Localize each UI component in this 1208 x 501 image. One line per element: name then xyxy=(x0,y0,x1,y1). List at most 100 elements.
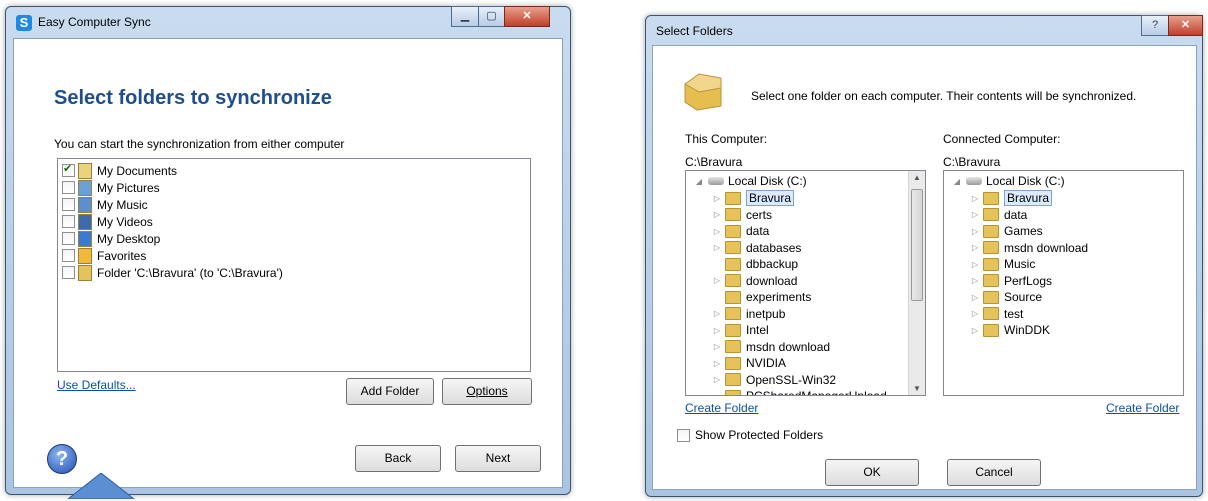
tree-folder-item[interactable]: ▷ Music xyxy=(970,256,1035,272)
dialog-title-bar[interactable]: Select Folders ? ✕ xyxy=(646,15,1203,48)
expand-arrow-icon[interactable]: ▷ xyxy=(712,375,722,384)
cancel-button[interactable]: Cancel xyxy=(947,459,1041,486)
folder-checkbox[interactable] xyxy=(62,198,75,211)
expand-arrow-icon[interactable]: ▷ xyxy=(712,359,722,368)
folder-icon xyxy=(983,191,999,205)
next-button[interactable]: Next xyxy=(455,445,541,472)
expand-arrow-icon[interactable]: ▷ xyxy=(712,309,722,318)
tree-folder-item[interactable]: ▷ PerfLogs xyxy=(970,273,1052,289)
tree-folder-item[interactable]: experiments xyxy=(712,289,811,305)
tree-folder-item[interactable]: ▷ test xyxy=(970,306,1023,322)
tree-folder-item[interactable]: dbbackup xyxy=(712,256,798,272)
folder-checkbox[interactable] xyxy=(62,181,75,194)
tree-scrollbar[interactable]: ▲ ▼ xyxy=(908,171,925,395)
close-button[interactable]: ✕ xyxy=(504,6,550,27)
folder-checkbox[interactable] xyxy=(62,266,75,279)
tree-folder-item[interactable]: ▷ Bravura xyxy=(970,190,1053,206)
expand-arrow-icon[interactable]: ▷ xyxy=(712,210,722,219)
tree-folder-item[interactable]: ▷ msdn download xyxy=(712,339,830,355)
back-button[interactable]: Back xyxy=(355,445,441,472)
help-title-button[interactable]: ? xyxy=(1141,15,1169,36)
tree-folder-item[interactable]: ▷ certs xyxy=(712,207,772,223)
expand-arrow-icon[interactable]: ▷ xyxy=(970,260,980,269)
expand-arrow-icon[interactable]: ▷ xyxy=(970,293,980,302)
create-folder-link-this[interactable]: Create Folder xyxy=(685,401,758,415)
tree-folder-item[interactable]: ▷ OpenSSL-Win32 xyxy=(712,372,836,388)
tree-folder-item[interactable]: ▷ WinDDK xyxy=(970,322,1050,338)
folder-icon xyxy=(725,208,741,221)
tree-drive-local-disk[interactable]: ◢ Local Disk (C:) xyxy=(694,173,807,189)
expand-arrow-icon[interactable]: ▷ xyxy=(970,309,980,318)
folder-icon xyxy=(725,241,741,254)
create-folder-link-connected[interactable]: Create Folder xyxy=(1106,401,1179,415)
tree-folder-item[interactable]: ▷ data xyxy=(712,223,769,239)
tree-folder-label: Intel xyxy=(746,323,769,337)
this-computer-path: C:\Bravura xyxy=(685,155,743,169)
connected-computer-folder-tree[interactable]: ◢ Local Disk (C:) ▷ Bravura ▷ data ▷ Games ▷ ms… xyxy=(943,170,1184,396)
use-defaults-link[interactable]: Use Defaults... xyxy=(57,378,136,392)
scroll-down-icon[interactable]: ▼ xyxy=(909,384,925,393)
expand-arrow-icon[interactable]: ▷ xyxy=(970,210,980,219)
tree-folder-item[interactable]: ▷ NVIDIA xyxy=(712,355,786,371)
tree-folder-item[interactable]: ▷ data xyxy=(970,207,1027,223)
tree-folder-item[interactable]: PCSharedManagerUpload xyxy=(712,388,887,395)
tree-folder-item[interactable]: ▷ download xyxy=(712,273,797,289)
folder-icon xyxy=(983,257,999,271)
tree-folder-label: dbbackup xyxy=(746,257,799,271)
minimize-button[interactable]: ▁ xyxy=(451,6,479,27)
folder-checkbox[interactable] xyxy=(62,249,75,262)
tree-folder-item[interactable]: ▷ msdn download xyxy=(970,240,1088,256)
tree-folder-label: Music xyxy=(1004,257,1036,271)
maximize-button[interactable]: ▢ xyxy=(478,6,505,27)
folder-list-item[interactable]: My Videos xyxy=(62,213,153,230)
expand-arrow-icon[interactable]: ▷ xyxy=(712,227,722,236)
folder-checkbox[interactable] xyxy=(62,232,75,245)
this-computer-folder-tree[interactable]: ◢ Local Disk (C:) ▷ Bravura ▷ certs ▷ data ▷ da… xyxy=(685,170,926,396)
title-bar[interactable]: S Easy Computer Sync ▁ ▢ ✕ xyxy=(6,6,570,39)
dialog-close-button[interactable]: ✕ xyxy=(1168,15,1203,36)
help-icon[interactable]: ? xyxy=(47,444,77,474)
tree-folder-item[interactable]: ▷ inetpub xyxy=(712,306,785,322)
expand-arrow-icon[interactable]: ▷ xyxy=(970,227,980,236)
show-protected-label: Show Protected Folders xyxy=(695,428,824,442)
folder-list-item[interactable]: Folder 'C:\Bravura' (to 'C:\Bravura') xyxy=(62,264,283,281)
folder-icon xyxy=(78,264,92,281)
show-protected-folders-option[interactable]: Show Protected Folders xyxy=(677,428,823,442)
folder-list-item[interactable]: My Desktop xyxy=(62,230,160,247)
add-folder-button[interactable]: Add Folder xyxy=(346,378,434,405)
folder-list-item[interactable]: My Documents xyxy=(62,162,177,179)
tree-folder-item[interactable]: ▷ Intel xyxy=(712,322,769,338)
options-button[interactable]: Options xyxy=(442,378,532,405)
expand-arrow-icon[interactable]: ▷ xyxy=(712,342,722,351)
ok-button[interactable]: OK xyxy=(825,459,919,486)
tree-drive-local-disk-remote[interactable]: ◢ Local Disk (C:) xyxy=(952,173,1065,189)
folder-icon xyxy=(725,274,741,287)
folder-checkbox[interactable] xyxy=(62,215,75,228)
tree-folder-label: Source xyxy=(1004,290,1043,304)
folder-list-item[interactable]: My Pictures xyxy=(62,179,160,196)
folder-icon xyxy=(725,257,741,271)
expand-arrow-icon[interactable]: ▷ xyxy=(970,326,980,335)
expand-arrow-icon[interactable]: ▷ xyxy=(712,243,722,252)
folder-list-item[interactable]: My Music xyxy=(62,196,148,213)
tree-folder-item[interactable]: ▷ databases xyxy=(712,240,801,256)
folder-icon xyxy=(725,373,741,386)
tree-folder-item[interactable]: ▷ Source xyxy=(970,289,1042,305)
tree-folder-label: NVIDIA xyxy=(746,356,787,370)
expand-arrow-icon[interactable]: ▷ xyxy=(712,276,722,285)
expand-arrow-icon[interactable]: ▷ xyxy=(712,194,722,203)
show-protected-checkbox[interactable] xyxy=(677,428,690,442)
expand-arrow-icon[interactable]: ▷ xyxy=(970,194,980,203)
scrollbar-thumb[interactable] xyxy=(911,189,923,301)
expand-arrow-icon[interactable]: ▷ xyxy=(712,326,722,335)
scroll-up-icon[interactable]: ▲ xyxy=(909,173,925,182)
folder-list[interactable]: My Documents My Pictures My Music My Videos… xyxy=(57,158,531,372)
easy-computer-sync-window: S Easy Computer Sync ▁ ▢ ✕ Select folder… xyxy=(5,6,571,499)
tree-folder-item[interactable]: ▷ Games xyxy=(970,223,1043,239)
expand-arrow-icon[interactable]: ▷ xyxy=(970,243,980,252)
folder-list-item[interactable]: Favorites xyxy=(62,247,146,264)
expand-arrow-icon[interactable]: ▷ xyxy=(970,276,980,285)
tree-folder-item[interactable]: ▷ Bravura xyxy=(712,190,795,206)
folder-icon xyxy=(725,340,741,353)
folder-checkbox[interactable] xyxy=(62,162,75,177)
